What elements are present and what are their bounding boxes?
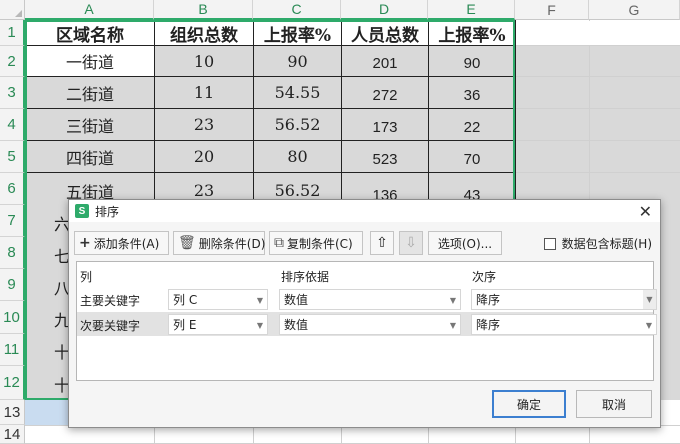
plus-icon: + bbox=[79, 235, 91, 251]
trash-icon: 🗑 bbox=[178, 235, 196, 251]
cell-b4[interactable]: 23 bbox=[155, 109, 253, 140]
cell-d2[interactable]: 201 bbox=[342, 48, 428, 78]
cell-a3[interactable]: 二街道 bbox=[26, 77, 154, 108]
chevron-down-icon: ▼ bbox=[256, 321, 263, 330]
delete-condition-button[interactable]: 🗑 删除条件(D) bbox=[173, 231, 265, 255]
primary-basis-value: 数值 bbox=[284, 293, 309, 307]
secondary-order-select[interactable]: 降序 ▼ bbox=[471, 314, 657, 335]
header-checkbox-label: 数据包含标题(H) bbox=[561, 237, 652, 251]
primary-column-select[interactable]: 列 C ▼ bbox=[168, 289, 268, 310]
secondary-column-select[interactable]: 列 E ▼ bbox=[168, 314, 268, 335]
copy-condition-button[interactable]: ⧉ 复制条件(C) bbox=[269, 231, 363, 255]
header-cell-a1[interactable]: 区域名称 bbox=[26, 21, 154, 46]
secondary-basis-value: 数值 bbox=[284, 318, 309, 332]
sort-conditions-grid: 列 排序依据 次序 主要关键字 列 C ▼ 数值 ▼ 降序 ▼ 次要关键字 列 … bbox=[76, 261, 657, 381]
primary-basis-select[interactable]: 数值 ▼ bbox=[279, 289, 461, 310]
header-cell-e1[interactable]: 上报率% bbox=[429, 21, 515, 46]
chevron-down-icon: ▼ bbox=[256, 296, 263, 305]
grid-header-column: 列 bbox=[80, 270, 93, 284]
copy-condition-label: 复制条件(C) bbox=[287, 236, 353, 251]
cell-a2[interactable]: 一街道 bbox=[26, 46, 154, 76]
ok-button[interactable]: 确定 bbox=[492, 390, 566, 418]
cell-c5[interactable]: 80 bbox=[254, 141, 341, 172]
add-condition-label: 添加条件(A) bbox=[93, 236, 160, 251]
cell-b2[interactable]: 10 bbox=[155, 46, 253, 76]
cell-a8-partial[interactable]: 七 bbox=[54, 239, 68, 270]
cell-b5[interactable]: 20 bbox=[155, 141, 253, 172]
chevron-down-icon: ▼ bbox=[449, 296, 456, 305]
delete-condition-label: 删除条件(D) bbox=[198, 236, 266, 251]
app-logo-icon: S bbox=[75, 204, 89, 218]
close-icon[interactable]: ✕ bbox=[639, 202, 652, 221]
cell-a5[interactable]: 四街道 bbox=[26, 141, 154, 172]
secondary-order-value: 降序 bbox=[476, 318, 501, 332]
sort-dialog: S 排序 ✕ + 添加条件(A) 🗑 删除条件(D) ⧉ 复制条件(C) ⇧ ⇩… bbox=[68, 199, 661, 428]
chevron-down-icon: ▼ bbox=[643, 290, 656, 309]
arrow-down-icon: ⇩ bbox=[405, 235, 417, 251]
cell-e3[interactable]: 36 bbox=[429, 80, 515, 111]
header-cell-c1[interactable]: 上报率% bbox=[254, 21, 341, 46]
cell-a11-partial[interactable]: 十 bbox=[54, 335, 68, 366]
cell-a7-partial[interactable]: 六 bbox=[54, 207, 68, 238]
secondary-basis-select[interactable]: 数值 ▼ bbox=[279, 314, 461, 335]
primary-order-value: 降序 bbox=[476, 293, 501, 307]
move-up-button[interactable]: ⇧ bbox=[370, 231, 394, 255]
add-condition-button[interactable]: + 添加条件(A) bbox=[74, 231, 169, 255]
cancel-button[interactable]: 取消 bbox=[576, 390, 652, 418]
cell-e4[interactable]: 22 bbox=[429, 112, 515, 143]
secondary-key-label: 次要关键字 bbox=[80, 319, 141, 333]
primary-key-label: 主要关键字 bbox=[80, 294, 141, 308]
cell-e5[interactable]: 70 bbox=[429, 144, 515, 175]
primary-order-select[interactable]: 降序 ▼ bbox=[471, 289, 657, 310]
grid-header-basis: 排序依据 bbox=[281, 270, 330, 284]
cell-d3[interactable]: 272 bbox=[342, 80, 428, 111]
header-cell-b1[interactable]: 组织总数 bbox=[155, 21, 253, 46]
secondary-column-value: 列 E bbox=[173, 318, 197, 332]
dialog-titlebar[interactable]: S 排序 ✕ bbox=[69, 200, 660, 222]
sort-row-secondary[interactable]: 次要关键字 列 E ▼ 数值 ▼ 降序 ▼ bbox=[77, 312, 657, 336]
arrow-up-icon: ⇧ bbox=[376, 235, 388, 251]
cell-d4[interactable]: 173 bbox=[342, 112, 428, 143]
cell-a12-partial[interactable]: 十 bbox=[54, 368, 68, 399]
cell-a9-partial[interactable]: 八 bbox=[54, 271, 68, 302]
cell-c3[interactable]: 54.55 bbox=[254, 77, 341, 108]
cell-b3[interactable]: 11 bbox=[155, 77, 253, 108]
header-checkbox-row[interactable]: 数据包含标题(H) bbox=[543, 235, 652, 252]
copy-icon: ⧉ bbox=[274, 235, 284, 251]
cell-c4[interactable]: 56.52 bbox=[254, 109, 341, 140]
options-button[interactable]: 选项(O)... bbox=[428, 231, 502, 255]
sort-row-primary[interactable]: 主要关键字 列 C ▼ 数值 ▼ 降序 ▼ bbox=[77, 287, 657, 311]
move-down-button[interactable]: ⇩ bbox=[399, 231, 423, 255]
cell-d5[interactable]: 523 bbox=[342, 144, 428, 175]
cell-c2[interactable]: 90 bbox=[254, 46, 341, 76]
header-cell-d1[interactable]: 人员总数 bbox=[342, 21, 428, 46]
cell-e2[interactable]: 90 bbox=[429, 48, 515, 78]
dialog-title: 排序 bbox=[95, 204, 120, 219]
primary-column-value: 列 C bbox=[173, 293, 198, 307]
header-row-empty bbox=[516, 21, 680, 45]
chevron-down-icon: ▼ bbox=[645, 321, 652, 330]
cell-a4[interactable]: 三街道 bbox=[26, 109, 154, 140]
cell-a10-partial[interactable]: 九 bbox=[54, 303, 68, 334]
header-checkbox[interactable] bbox=[543, 237, 556, 250]
dialog-toolbar: + 添加条件(A) 🗑 删除条件(D) ⧉ 复制条件(C) ⇧ ⇩ 选项(O).… bbox=[74, 231, 654, 255]
grid-header-order: 次序 bbox=[472, 270, 497, 284]
chevron-down-icon: ▼ bbox=[449, 321, 456, 330]
